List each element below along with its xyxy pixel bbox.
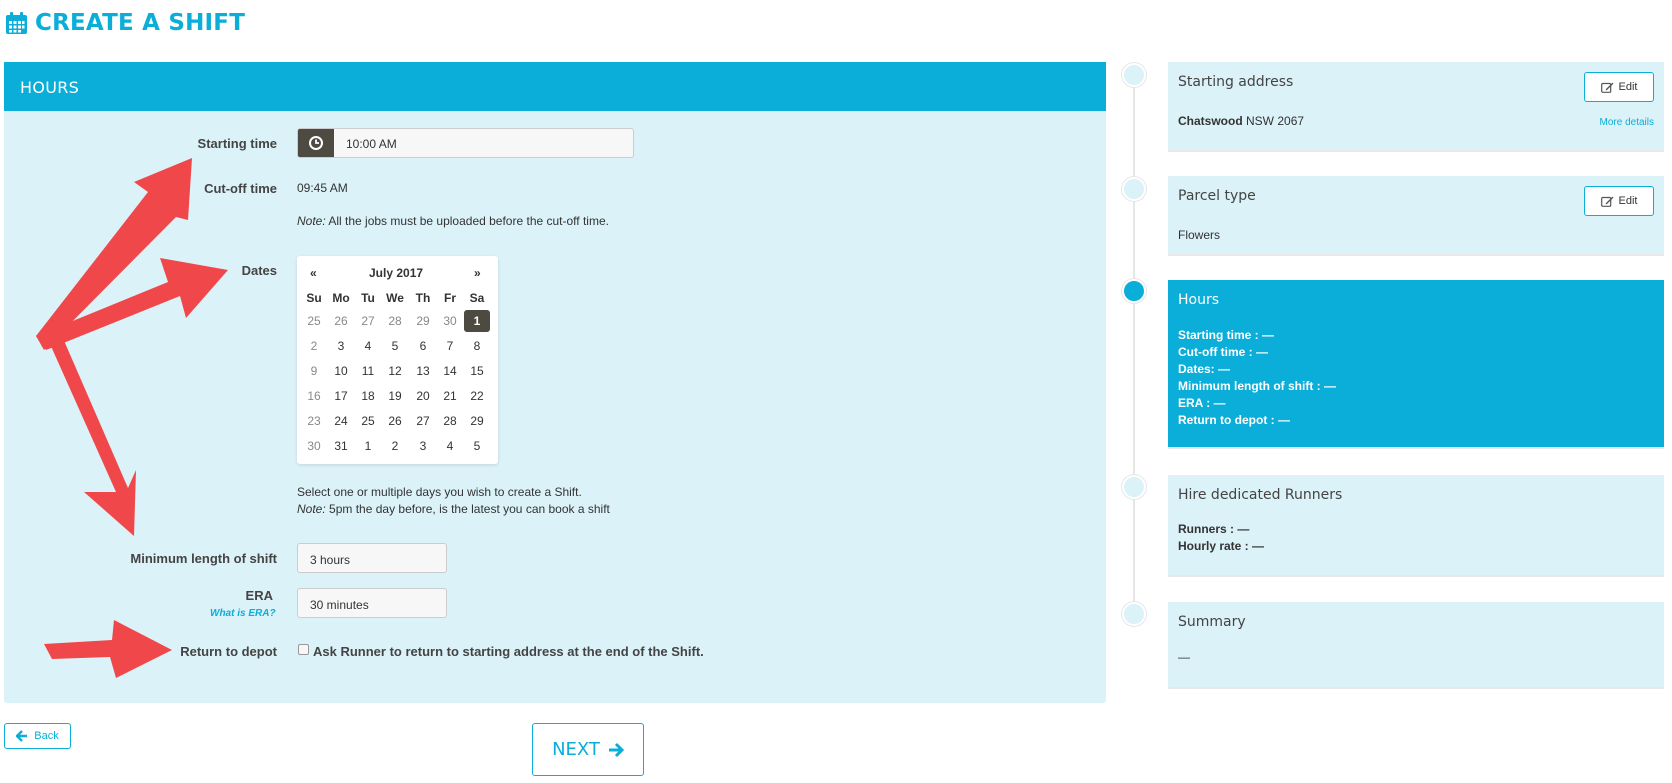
address-rest: NSW 2067 — [1246, 114, 1305, 128]
edit-icon — [1600, 196, 1614, 207]
edit-label: Edit — [1618, 195, 1638, 207]
hours-summary-line: Minimum length of shift : — — [1178, 379, 1336, 393]
hours-summary-line: Return to depot : — — [1178, 413, 1290, 427]
next-button[interactable]: NEXT — [532, 723, 644, 776]
step-runners: Hire dedicated Runners Runners : — Hourl… — [1168, 475, 1664, 577]
arrow-left-icon — [16, 730, 28, 742]
next-button-label: NEXT — [552, 739, 600, 760]
hours-summary-line: ERA : — — [1178, 396, 1226, 410]
back-button-label: Back — [34, 730, 59, 742]
edit-icon — [1600, 82, 1614, 93]
parcel-type-value: Flowers — [1178, 228, 1221, 242]
edit-parcel-type-button[interactable]: Edit — [1584, 186, 1654, 216]
arrow-to-return-depot — [44, 620, 172, 678]
address-suburb: Chatswood — [1178, 114, 1243, 128]
hours-summary-line: Cut-off time : — — [1178, 345, 1268, 359]
step-summary: Summary — — [1168, 602, 1664, 689]
steps-timeline — [1133, 75, 1135, 615]
summary-value: — — [1178, 650, 1190, 664]
annotation-arrows — [36, 158, 228, 678]
step-dot-parcel-type — [1122, 177, 1146, 201]
step-title: Hours — [1178, 292, 1220, 308]
hourly-rate-line: Hourly rate : — — [1178, 539, 1265, 553]
step-parcel-type: Parcel type Edit Flowers — [1168, 176, 1664, 256]
step-dot-runners — [1122, 475, 1146, 499]
arrow-to-min-length — [36, 336, 136, 536]
step-dot-summary — [1122, 602, 1146, 626]
more-details-link[interactable]: More details — [1600, 117, 1654, 128]
edit-label: Edit — [1618, 81, 1638, 93]
step-title: Summary — [1178, 614, 1246, 630]
hours-summary-line: Starting time : — — [1178, 328, 1275, 342]
hours-summary-line: Dates: — — [1178, 362, 1231, 376]
step-dot-starting-address — [1122, 63, 1146, 87]
step-title: Hire dedicated Runners — [1178, 487, 1343, 503]
back-button[interactable]: Back — [4, 723, 71, 749]
arrow-right-icon — [608, 742, 624, 757]
step-title: Parcel type — [1178, 188, 1256, 204]
runners-line: Runners : — — [1178, 522, 1250, 536]
step-dot-hours — [1122, 279, 1146, 303]
step-title: Starting address — [1178, 74, 1294, 90]
step-starting-address: Starting address Edit Chatswood NSW 2067… — [1168, 62, 1664, 152]
edit-starting-address-button[interactable]: Edit — [1584, 72, 1654, 102]
step-address: Chatswood NSW 2067 — [1178, 114, 1304, 128]
step-hours: Hours Starting time : — Cut-off time : —… — [1168, 280, 1664, 449]
